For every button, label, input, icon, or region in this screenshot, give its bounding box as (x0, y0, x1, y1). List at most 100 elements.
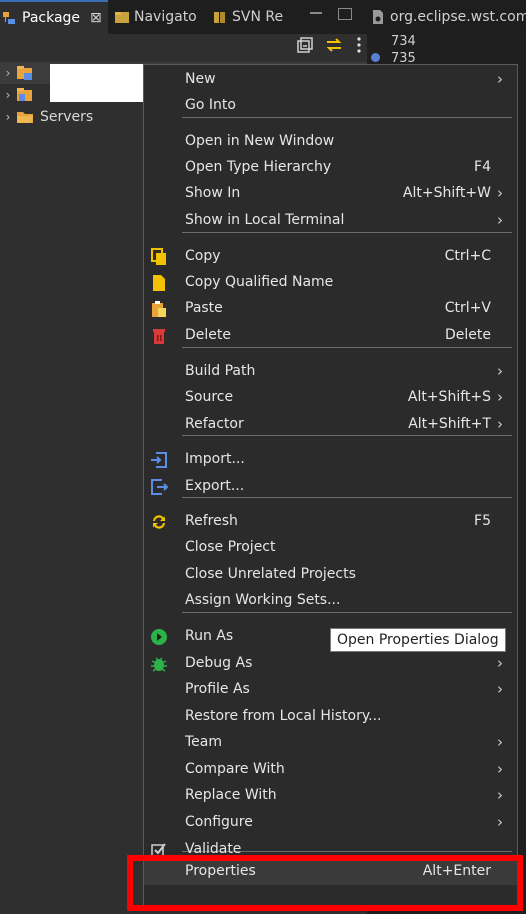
menu-item-label: Run As (185, 628, 234, 644)
expand-chevron-icon[interactable]: › (0, 88, 16, 102)
menu-item-delete[interactable]: Delete Delete (144, 323, 517, 349)
tab-navigator[interactable]: Navigato (114, 0, 208, 34)
menu-item-open-in-new-window[interactable]: Open in New Window (144, 129, 517, 155)
menu-item-copy[interactable]: Copy Ctrl+C (144, 244, 517, 270)
file-icon (370, 9, 386, 25)
run-icon (150, 628, 168, 646)
package-explorer-icon (2, 10, 18, 26)
menu-item-label: Assign Working Sets... (185, 592, 341, 608)
tab-label: org.eclipse.wst.com (390, 9, 526, 25)
menu-item-label: Configure (185, 814, 253, 830)
submenu-arrow-icon: › (497, 211, 503, 229)
menu-item-shortcut: Delete (445, 327, 491, 343)
view-menu-icon[interactable] (355, 36, 363, 58)
menu-item-label: Debug As (185, 655, 253, 671)
submenu-arrow-icon: › (497, 415, 503, 433)
svn-repository-icon (212, 9, 228, 25)
submenu-arrow-icon: › (497, 362, 503, 380)
menu-item-shortcut: Alt+Shift+W (402, 185, 491, 201)
menu-item-label: Export... (185, 478, 245, 494)
tab-label: Package (22, 10, 81, 26)
menu-item-label: Compare With (185, 761, 285, 777)
menu-item-export[interactable]: Export... (144, 474, 517, 500)
menu-item-label: Profile As (185, 681, 250, 697)
export-icon (150, 478, 168, 496)
menu-item-close-project[interactable]: Close Project (144, 535, 517, 561)
menu-item-label: Delete (185, 327, 231, 343)
tab-svn-repositories[interactable]: SVN Re (212, 0, 300, 34)
menu-item-go-into[interactable]: Go Into (144, 93, 517, 119)
submenu-arrow-icon: › (497, 70, 503, 88)
navigator-icon (114, 9, 130, 25)
menu-item-label: Close Unrelated Projects (185, 566, 356, 582)
menu-item-label: Open Type Hierarchy (185, 159, 332, 175)
menu-item-shortcut: Ctrl+C (444, 248, 491, 264)
minimize-button[interactable] (310, 12, 322, 14)
tab-package-explorer[interactable]: Package ⊠ (0, 0, 108, 34)
submenu-arrow-icon: › (497, 654, 503, 672)
debug-bug-icon (150, 655, 168, 673)
copy-qualified-name-icon (150, 274, 168, 292)
menu-item-label: Refactor (185, 416, 244, 432)
menu-item-paste[interactable]: Paste Ctrl+V (144, 296, 517, 322)
menu-item-build-path[interactable]: Build Path › (144, 359, 517, 385)
menu-item-shortcut: F5 (474, 513, 491, 529)
menu-item-label: Show In (185, 185, 241, 201)
menu-item-refactor[interactable]: Refactor Alt+Shift+T › (144, 412, 517, 438)
menu-item-label: Open in New Window (185, 133, 335, 149)
tab-editor-file[interactable]: org.eclipse.wst.com (370, 0, 526, 34)
breakpoint-marker-icon (371, 53, 380, 62)
menu-item-team[interactable]: Team › (144, 730, 517, 756)
maximize-button[interactable] (338, 8, 352, 20)
expand-chevron-icon[interactable]: › (0, 66, 16, 80)
menu-item-import[interactable]: Import... (144, 447, 517, 473)
menu-item-new[interactable]: New › (144, 67, 517, 93)
redaction-box (50, 64, 144, 102)
menu-item-show-in[interactable]: Show In Alt+Shift+W › (144, 181, 517, 207)
menu-item-shortcut: F4 (474, 159, 491, 175)
menu-item-copy-qualified-name[interactable]: Copy Qualified Name (144, 270, 517, 296)
menu-item-restore-from-local-history[interactable]: Restore from Local History... (144, 704, 517, 730)
tooltip: Open Properties Dialog (330, 628, 506, 652)
tab-label: SVN Re (232, 9, 284, 25)
line-number: 734 (391, 34, 416, 49)
menu-item-label: Go Into (185, 97, 236, 113)
view-tab-bar: Package ⊠ Navigato SVN Re org.eclipse.ws… (0, 0, 526, 34)
collapse-all-icon[interactable] (295, 36, 313, 58)
menu-item-source[interactable]: Source Alt+Shift+S › (144, 385, 517, 411)
menu-item-refresh[interactable]: Refresh F5 (144, 509, 517, 535)
menu-item-label: Replace With (185, 787, 277, 803)
delete-icon (150, 327, 168, 345)
menu-item-shortcut: Ctrl+V (444, 300, 491, 316)
explorer-toolbar (295, 36, 363, 58)
link-with-editor-icon[interactable] (325, 36, 343, 58)
refresh-icon (150, 513, 168, 531)
menu-item-configure[interactable]: Configure › (144, 810, 517, 836)
folder-icon (16, 109, 34, 125)
menu-item-label: Team (185, 734, 223, 750)
menu-item-shortcut: Alt+Shift+T (408, 416, 491, 432)
submenu-arrow-icon: › (497, 733, 503, 751)
submenu-arrow-icon: › (497, 786, 503, 804)
copy-icon (150, 248, 168, 266)
menu-item-label: Close Project (185, 539, 276, 555)
paste-icon (150, 300, 168, 318)
submenu-arrow-icon: › (497, 813, 503, 831)
menu-item-open-type-hierarchy[interactable]: Open Type Hierarchy F4 (144, 155, 517, 181)
close-icon[interactable]: ⊠ (90, 10, 102, 26)
submenu-arrow-icon: › (497, 760, 503, 778)
menu-item-label: Build Path (185, 363, 256, 379)
menu-item-show-in-local-terminal[interactable]: Show in Local Terminal › (144, 208, 517, 234)
menu-item-close-unrelated-projects[interactable]: Close Unrelated Projects (144, 562, 517, 588)
menu-item-replace-with[interactable]: Replace With › (144, 783, 517, 809)
menu-item-label: Source (185, 389, 234, 405)
menu-item-assign-working-sets[interactable]: Assign Working Sets... (144, 588, 517, 614)
menu-item-compare-with[interactable]: Compare With › (144, 757, 517, 783)
menu-item-label: Copy Qualified Name (185, 274, 334, 290)
tree-item-label: Servers (40, 109, 94, 125)
expand-chevron-icon[interactable]: › (0, 110, 16, 124)
tab-label: Navigato (134, 9, 197, 25)
menu-item-debug-as[interactable]: Debug As › (144, 651, 517, 677)
menu-item-profile-as[interactable]: Profile As › (144, 677, 517, 703)
project-icon (16, 65, 34, 81)
